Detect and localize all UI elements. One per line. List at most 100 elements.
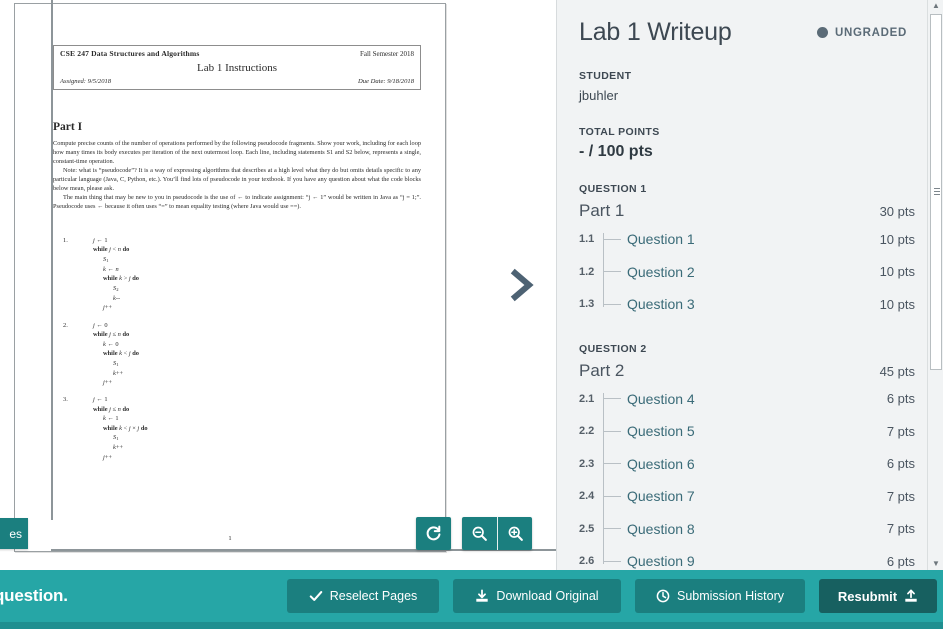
submission-sidebar: Lab 1 Writeup UNGRADED STUDENT jbuhler T… <box>556 0 943 570</box>
pseudocode-line: j ← 1 <box>93 396 108 404</box>
question-points: 7 pts <box>886 521 915 537</box>
pseudocode-line: while k < j × j do <box>103 424 148 432</box>
question-index: 1.1 <box>579 233 595 246</box>
select-pages-button-partial[interactable]: es <box>0 518 28 549</box>
question-group-name: Part 2 <box>579 360 625 380</box>
question-item[interactable]: 2.6 Question 9 6 pts <box>579 545 915 570</box>
pseudocode-lines: j ← 0 while j ≤ n do k ← 0 while k < j do S1… <box>93 321 393 388</box>
sidebar-scrollbar[interactable]: ▲ ▼ <box>927 0 943 570</box>
rotate-control-group <box>416 517 451 550</box>
question-index: 2.1 <box>579 392 595 405</box>
pseudocode-line: S1 <box>103 255 109 264</box>
pseudocode-line: k ← 0 <box>103 340 119 348</box>
assignment-title: Lab 1 Instructions <box>196 62 278 74</box>
upload-icon <box>904 589 918 603</box>
pseudocode-block: 2. j ← 0 while j ≤ n do k ← 0 while k < j do… <box>63 321 393 388</box>
submission-history-button[interactable]: Submission History <box>635 579 805 613</box>
question-item[interactable]: 1.2 Question 2 10 pts <box>579 256 915 289</box>
resubmit-button[interactable]: Resubmit <box>819 579 937 613</box>
download-original-button[interactable]: Download Original <box>453 579 621 613</box>
due-date: Due Date: 9/18/2018 <box>357 78 414 85</box>
zoom-in-icon-button[interactable] <box>497 517 532 550</box>
question-name: Question 1 <box>627 231 695 248</box>
question-index: 2.2 <box>579 425 595 438</box>
question-group-label: QUESTION 1 <box>579 183 647 195</box>
question-group-parent[interactable]: Part 1 30 pts <box>579 201 915 221</box>
tree-connector-icon <box>603 463 621 465</box>
sidebar-header: Lab 1 Writeup UNGRADED <box>579 18 915 47</box>
question-index: 2.6 <box>579 555 595 568</box>
pseudocode-line: k++ <box>113 369 124 377</box>
tree-connector-icon <box>603 271 621 273</box>
question-item[interactable]: 2.2 Question 5 7 pts <box>579 415 915 448</box>
question-item[interactable]: 1.3 Question 3 10 pts <box>579 288 915 321</box>
question-points: 6 pts <box>886 553 915 569</box>
question-index: 2.3 <box>579 457 595 470</box>
paragraph-1: Compute precise counts of the number of … <box>53 140 421 165</box>
pseudocode-line: j ← 0 <box>93 321 108 329</box>
pseudocode-line: S1 <box>113 434 119 442</box>
rotate-cw-icon-button[interactable] <box>416 517 451 550</box>
question-children: 1.1 Question 1 10 pts 1.2 Question 2 10 pts 1.… <box>579 223 915 321</box>
pseudocode-line: while j ≤ n do <box>93 331 130 339</box>
tree-connector-icon <box>603 430 621 432</box>
question-item[interactable]: 2.1 Question 4 6 pts <box>579 383 915 416</box>
paragraph-2: Note: what is “pseudocode”? It is a way … <box>53 166 421 192</box>
question-name: Question 3 <box>627 296 695 313</box>
pseudocode-number: 3. <box>63 396 68 404</box>
question-children: 2.1 Question 4 6 pts 2.2 Question 5 7 pts 2.3 Q… <box>579 383 915 571</box>
question-group-points: 30 pts <box>879 204 915 219</box>
question-index: 2.4 <box>579 490 595 503</box>
zoom-out-icon-button[interactable] <box>462 517 497 550</box>
pseudocode-line: j ← 1 <box>93 237 108 244</box>
question-index: 2.5 <box>579 522 595 535</box>
question-name: Question 8 <box>627 520 695 537</box>
scroll-down-arrow-icon[interactable]: ▼ <box>931 559 941 569</box>
question-name: Question 9 <box>627 553 695 570</box>
instructions-body: Compute precise counts of the number of … <box>53 140 421 212</box>
pseudocode-lines: j ← 1 while j ≤ n do k ← 1 while k < j × j … <box>93 395 393 462</box>
tree-connector-icon <box>603 238 621 240</box>
question-index: 1.2 <box>579 265 595 278</box>
status-label: UNGRADED <box>834 26 907 39</box>
pseudocode-list: 1. j ← 1 while j < n do S1 k ← n while k > j … <box>63 236 393 470</box>
question-item[interactable]: 2.4 Question 7 7 pts <box>579 480 915 513</box>
question-points: 6 pts <box>886 391 915 407</box>
pseudocode-lines: j ← 1 while j < n do S1 k ← n while k > j do… <box>93 236 393 313</box>
app-root: CSE 247 Data Structures and Algorithms F… <box>0 0 943 629</box>
resubmit-label: Resubmit <box>837 588 898 604</box>
action-footer: question. Reselect Pages Download Origin… <box>0 570 943 622</box>
pseudocode-line: k ← n <box>103 265 119 273</box>
question-name: Question 2 <box>627 263 695 280</box>
question-group-parent[interactable]: Part 2 45 pts <box>579 361 915 381</box>
question-item[interactable]: 2.5 Question 8 7 pts <box>579 513 915 546</box>
pseudocode-line: j++ <box>103 304 112 312</box>
pseudocode-line: while j ≤ n do <box>93 405 130 413</box>
submission-history-label: Submission History <box>677 589 784 603</box>
tree-connector-icon <box>603 528 621 530</box>
paragraph-3: The main thing that may be new to you in… <box>53 193 421 210</box>
question-points: 10 pts <box>879 296 915 312</box>
question-name: Question 4 <box>627 390 695 407</box>
document-viewer: CSE 247 Data Structures and Algorithms F… <box>0 0 556 570</box>
question-points: 10 pts <box>879 264 915 280</box>
scroll-up-arrow-icon[interactable]: ▲ <box>931 1 941 11</box>
download-icon <box>475 589 489 603</box>
pseudocode-line: j++ <box>103 379 112 387</box>
question-list: QUESTION 1 Part 1 30 pts 1.1 Question 1 10 pt… <box>579 183 915 570</box>
tree-connector-icon <box>603 398 621 400</box>
clock-icon <box>656 589 670 603</box>
status-dot-icon <box>816 27 828 38</box>
assignment-header-box: CSE 247 Data Structures and Algorithms F… <box>53 45 421 90</box>
semester-label: Fall Semester 2018 <box>359 50 414 58</box>
reselect-pages-button[interactable]: Reselect Pages <box>287 579 439 613</box>
scrollbar-thumb[interactable] <box>930 14 942 370</box>
next-page-button[interactable] <box>505 265 539 305</box>
question-item[interactable]: 1.1 Question 1 10 pts <box>579 223 915 256</box>
zoom-control-group <box>462 517 532 550</box>
pseudocode-line: S2 <box>113 284 119 292</box>
question-item[interactable]: 2.3 Question 6 6 pts <box>579 448 915 481</box>
page-title: Lab 1 Writeup <box>579 18 732 46</box>
tree-connector-icon <box>603 495 621 497</box>
footer-left-text: question. <box>0 586 68 605</box>
